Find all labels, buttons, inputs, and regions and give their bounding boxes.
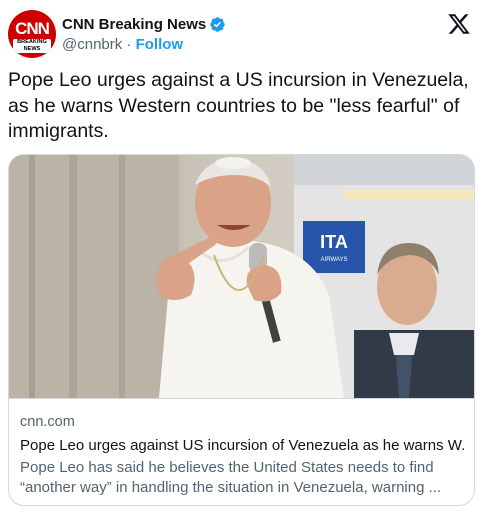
account-name[interactable]: CNN Breaking News	[62, 16, 206, 33]
card-image[interactable]: ITA AIRWAYS	[9, 155, 474, 398]
tweet-header: CNN BREAKING NEWS CNN Breaking News @cnn…	[8, 8, 475, 60]
tweet-text: Pope Leo urges against a US incursion in…	[8, 69, 469, 142]
avatar-logo-text: CNN	[15, 19, 50, 38]
card-description: Pope Leo has said he believes the United…	[20, 459, 442, 496]
account-handle[interactable]: @cnnbrk	[62, 36, 122, 53]
separator-dot: ·	[122, 36, 136, 53]
card-title[interactable]: Pope Leo urges against US incursion of V…	[20, 437, 465, 454]
handle-row: @cnnbrk · Follow	[62, 36, 183, 53]
card-meta[interactable]: cnn.com Pope Leo urges against US incurs…	[9, 398, 474, 505]
verified-badge-icon	[209, 16, 226, 33]
avatar[interactable]: CNN BREAKING NEWS	[8, 10, 56, 58]
card-domain: cnn.com	[20, 414, 75, 430]
link-card[interactable]: ITA AIRWAYS cnn.com Pope Leo urges again…	[8, 154, 475, 506]
follow-button[interactable]: Follow	[136, 36, 184, 53]
x-logo-icon[interactable]	[447, 12, 471, 36]
avatar-sub-text: BREAKING NEWS	[13, 39, 51, 53]
name-row: CNN Breaking News	[62, 14, 226, 34]
